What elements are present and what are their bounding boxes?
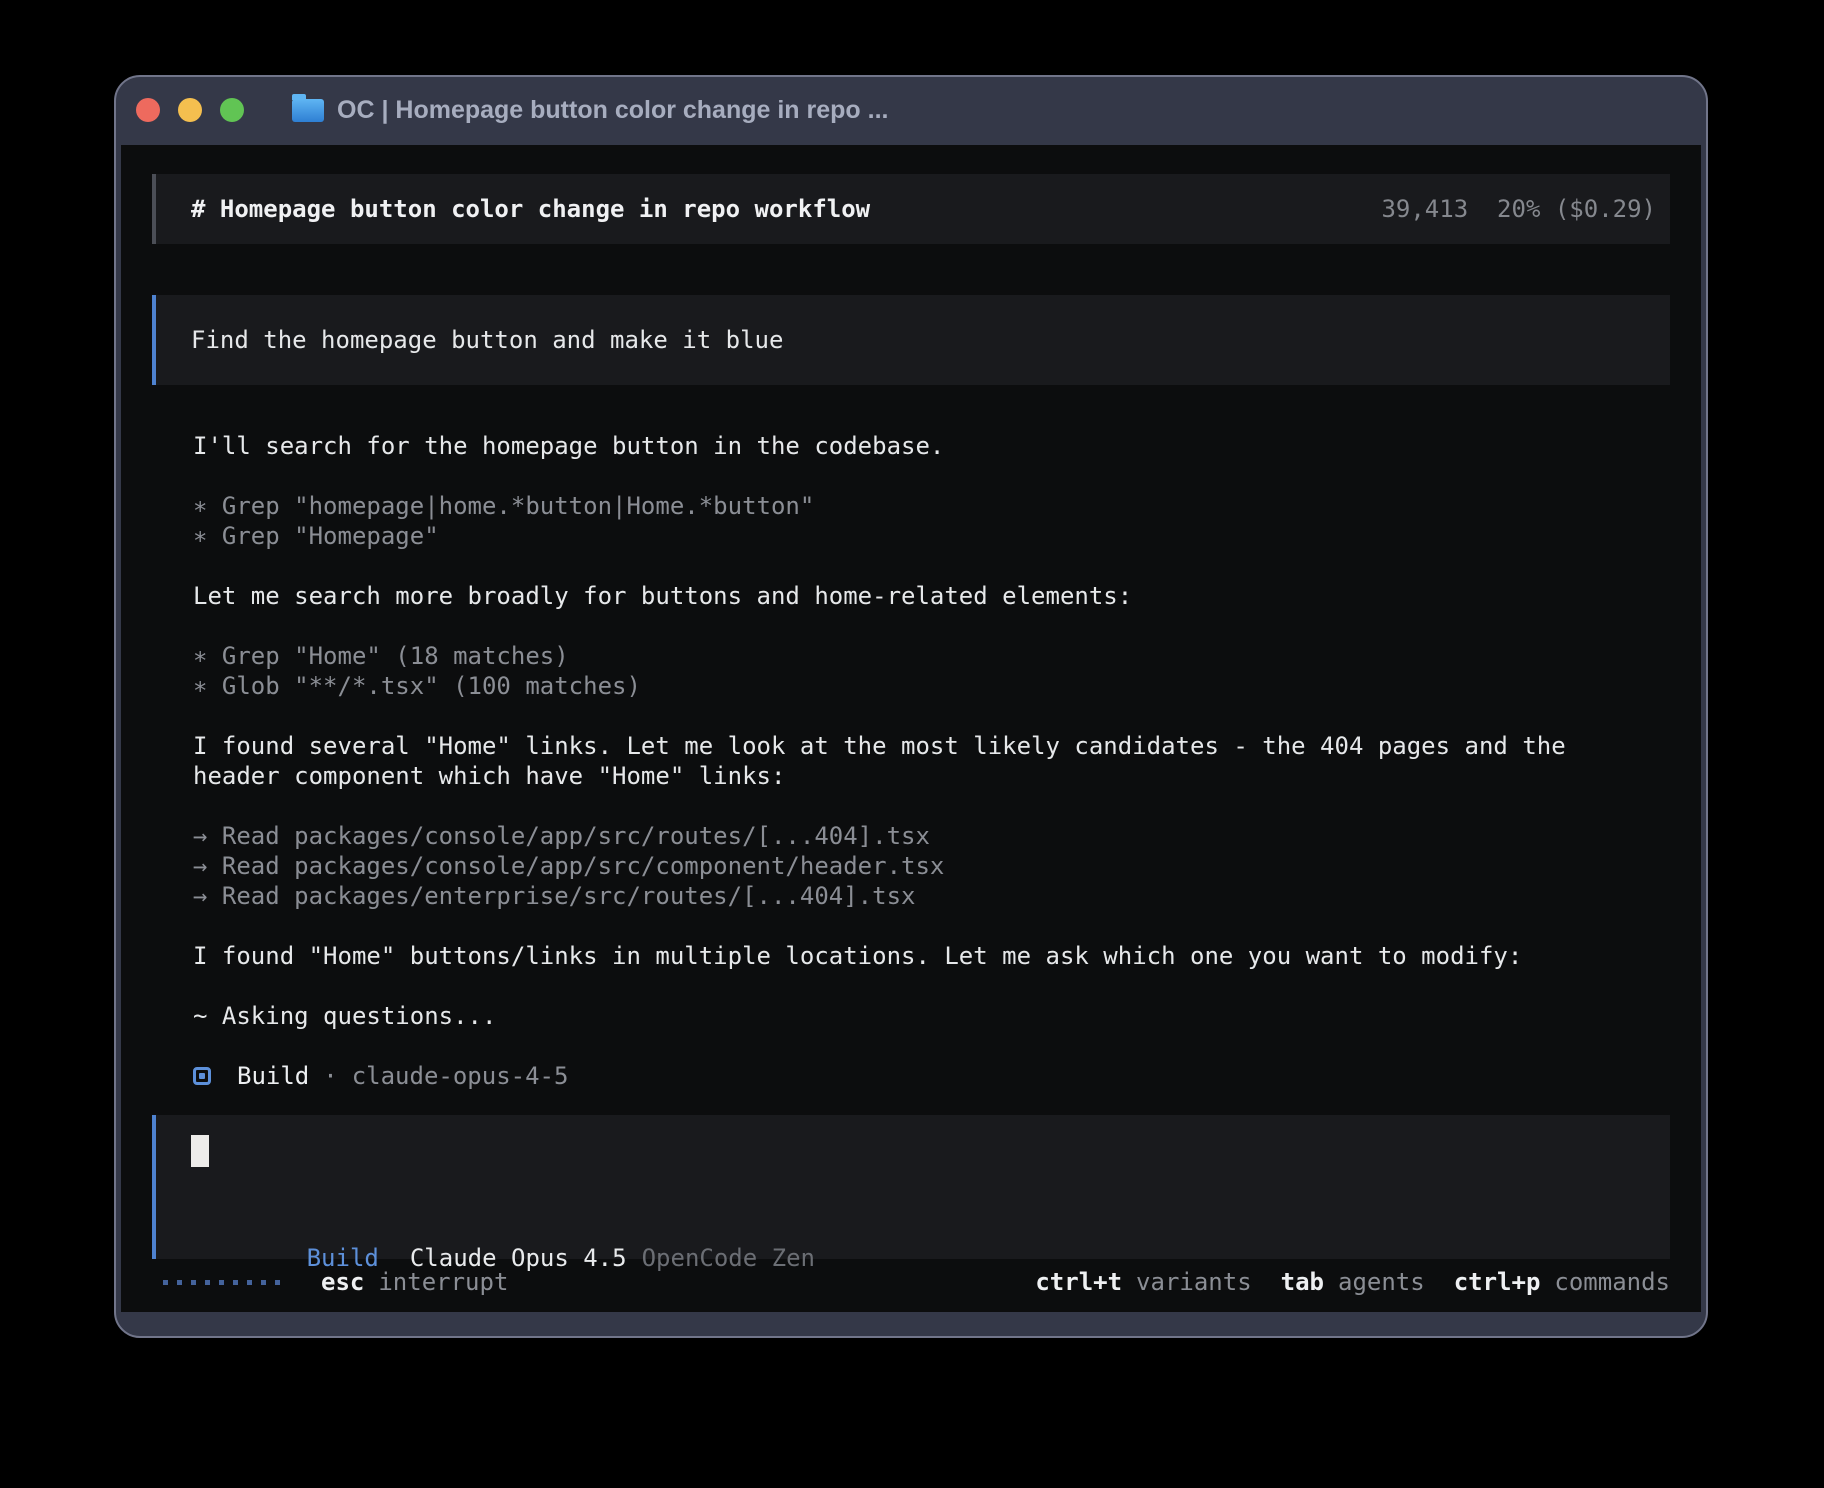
tool-call-line: ∗ Glob "**/*.tsx" (100 matches)	[193, 671, 1670, 701]
window-title: OC | Homepage button color change in rep…	[337, 96, 888, 125]
hint-label: commands	[1554, 1268, 1670, 1296]
tool-call-line: → Read packages/console/app/src/routes/[…	[193, 821, 1670, 851]
traffic-lights	[136, 98, 262, 122]
input-provider-label: OpenCode Zen	[642, 1244, 815, 1272]
hint-key: tab	[1281, 1268, 1324, 1296]
user-message: Find the homepage button and make it blu…	[152, 295, 1670, 385]
agent-name: Build	[237, 1061, 309, 1091]
assistant-text-line: I'll search for the homepage button in t…	[193, 431, 1670, 461]
hint-key: ctrl+p	[1454, 1268, 1541, 1296]
assistant-transcript: I'll search for the homepage button in t…	[193, 431, 1670, 1031]
assistant-text-line: Let me search more broadly for buttons a…	[193, 581, 1670, 611]
keyboard-hint: ctrl+p commands	[1454, 1267, 1670, 1297]
tool-call-line: ∗ Grep "homepage|home.*button|Home.*butt…	[193, 491, 1670, 521]
hint-key: ctrl+t	[1035, 1268, 1122, 1296]
prompt-input[interactable]: BuildClaude Opus 4.5OpenCode Zen	[152, 1115, 1670, 1259]
agent-model: claude-opus-4-5	[352, 1061, 569, 1091]
status-right: ctrl+t variants tab agents ctrl+p commands	[1035, 1267, 1670, 1297]
user-message-text: Find the homepage button and make it blu…	[191, 325, 783, 355]
titlebar: OC | Homepage button color change in rep…	[116, 77, 1706, 143]
assistant-paragraph: Let me search more broadly for buttons a…	[193, 581, 1670, 611]
assistant-text-line: I found "Home" buttons/links in multiple…	[193, 941, 1670, 971]
agent-status-row: Build · claude-opus-4-5	[193, 1061, 1670, 1091]
minimize-button[interactable]	[178, 98, 202, 122]
close-button[interactable]	[136, 98, 160, 122]
assistant-paragraph: I found "Home" buttons/links in multiple…	[193, 941, 1670, 971]
terminal-window: OC | Homepage button color change in rep…	[114, 75, 1708, 1338]
tool-call-group: ∗ Grep "homepage|home.*button|Home.*butt…	[193, 491, 1670, 551]
assistant-paragraph: I'll search for the homepage button in t…	[193, 431, 1670, 461]
session-stats: 39,413 20% ($0.29)	[1381, 194, 1656, 224]
keyboard-hint: ctrl+t variants	[1035, 1267, 1251, 1297]
assistant-status-line: ~ Asking questions...	[193, 1001, 1670, 1031]
assistant-paragraph: I found several "Home" links. Let me loo…	[193, 731, 1670, 791]
input-meta: BuildClaude Opus 4.5OpenCode Zen	[191, 1213, 815, 1243]
assistant-text-line: header component which have "Home" links…	[193, 761, 1670, 791]
build-badge-icon	[193, 1067, 211, 1085]
input-agent-label: Build	[307, 1244, 379, 1272]
tool-call-group: ∗ Grep "Home" (18 matches) ∗ Glob "**/*.…	[193, 641, 1670, 701]
zoom-button[interactable]	[220, 98, 244, 122]
tool-call-line: ∗ Grep "Homepage"	[193, 521, 1670, 551]
terminal-content: # Homepage button color change in repo w…	[121, 145, 1701, 1312]
folder-icon	[292, 99, 324, 122]
assistant-text-line: I found several "Home" links. Let me loo…	[193, 731, 1670, 761]
session-title: # Homepage button color change in repo w…	[191, 194, 870, 224]
hint-label: variants	[1136, 1268, 1252, 1296]
tool-call-line: ∗ Grep "Home" (18 matches)	[193, 641, 1670, 671]
agent-separator: ·	[323, 1061, 337, 1091]
text-cursor	[191, 1135, 209, 1167]
tool-call-line: → Read packages/console/app/src/componen…	[193, 851, 1670, 881]
input-model-label: Claude Opus 4.5	[410, 1244, 627, 1272]
keyboard-hint: tab agents	[1281, 1267, 1425, 1297]
hint-label: agents	[1338, 1268, 1425, 1296]
session-header: # Homepage button color change in repo w…	[152, 174, 1670, 244]
tool-call-line: → Read packages/enterprise/src/routes/[.…	[193, 881, 1670, 911]
assistant-status: ~ Asking questions...	[193, 1001, 1670, 1031]
tool-call-group: → Read packages/console/app/src/routes/[…	[193, 821, 1670, 911]
